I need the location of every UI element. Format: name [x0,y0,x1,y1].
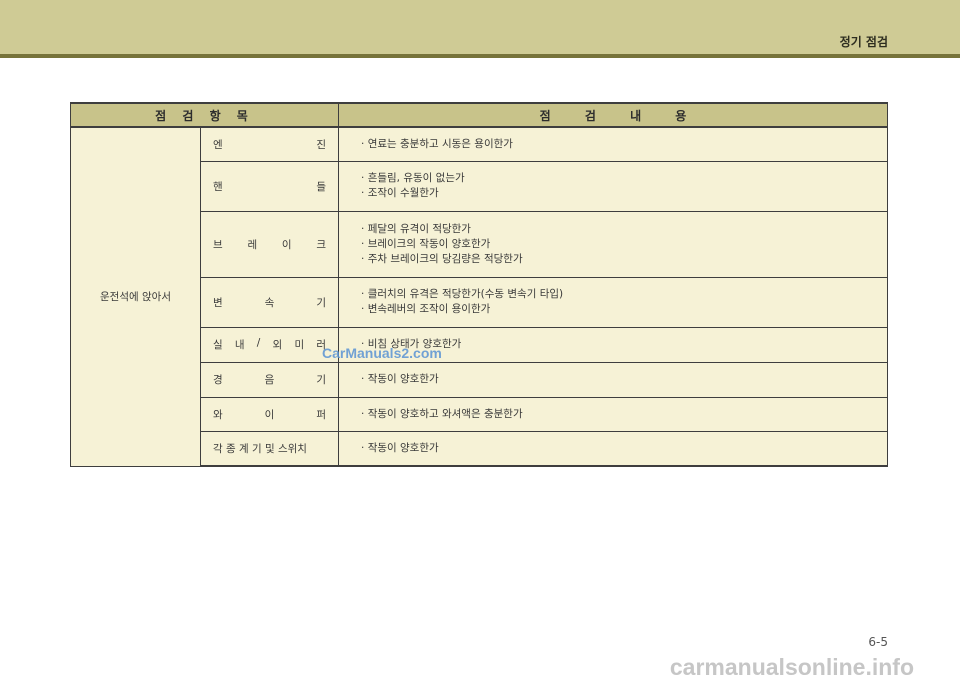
item-cell: 브레이크 [199,210,340,278]
page-number: 6-5 [868,635,888,649]
content-cell: · 페달의 유격이 적당한가 · 브레이크의 작동이 양호한가 · 주차 브레이크의… [338,210,888,278]
check-item-line: · 작동이 양호한가 [361,373,439,385]
check-item-line: · 흔들림, 유동이 없는가 [361,172,465,184]
header-band [0,0,960,54]
check-item-line: · 페달의 유격이 적당한가 [361,222,471,235]
item-cell: 와이퍼 [199,396,340,432]
item-label-part: 레 [247,238,258,251]
item-label-part: 브 [213,238,223,251]
check-item-line: · 작동이 양호하고 와셔액은 충분한가 [361,407,523,420]
item-label-part: 기 [316,374,327,386]
item-label-part: 진 [316,138,327,151]
check-item-line: · 변속레버의 조작이 용이한가 [361,303,491,315]
item-label-part: 퍼 [316,408,327,421]
content-cell: · 작동이 양호한가 [338,361,888,398]
table-header-row: 점 검 항 목 점 검 내 용 [69,102,888,128]
content-cell: · 작동이 양호한가 [338,430,888,467]
item-label-part: 이 [281,238,292,251]
item-label-part: 들 [316,180,327,193]
inspection-table: 점 검 항 목 점 검 내 용 운전석에 앉아서 엔 진 · 연료는 충분하고 시동은… [69,102,888,467]
content-cell: · 흔들림, 유동이 없는가 · 조작이 수월한가 [338,160,888,212]
item-label-part: 음 [264,374,275,386]
item-label-part: 엔 [213,138,223,151]
item-label-part: 내 [234,339,245,351]
item-cell: 경음기 [199,361,340,398]
item-label-part: 크 [316,238,326,251]
header-inspection-item: 점 검 항 목 [69,102,340,128]
item-label-part: 이 [264,408,275,421]
check-item-line: · 브레이크의 작동이 양호한가 [361,237,491,250]
watermark-text: CarManuals2.com [322,345,442,361]
item-label-part: 각 종 계 기 및 스위치 [213,442,307,455]
item-label-part: 와 [213,408,223,421]
item-label-part: 기 [316,296,327,309]
check-item-line: · 조작이 수월한가 [361,187,439,199]
check-item-line: · 작동이 양호한가 [361,441,439,454]
item-label-part: 미 [294,339,305,351]
table-body: 운전석에 앉아서 엔 진 · 연료는 충분하고 시동은 용이한가 핸 들 · 흔들림, 유동… [70,126,888,467]
check-item-line: · 클러치의 유격은 적당한가(수동 변속기 타입) [361,288,564,300]
header-rule [0,54,960,58]
item-label-part: 경 [213,374,223,386]
item-label-part: 핸 [213,180,223,193]
item-label-part: 변 [213,296,223,309]
check-item-line: · 연료는 충분하고 시동은 용이한가 [361,137,513,150]
footer-watermark: carmanualsonline.info [669,653,914,680]
item-cell: 엔진 [199,126,340,162]
content-cell: · 연료는 충분하고 시동은 용이한가 [338,126,888,162]
table-row: 운전석에 앉아서 엔 진 · 연료는 충분하고 시동은 용이한가 [70,126,888,467]
content-cell: · 작동이 양호하고 와셔액은 충분한가 [338,396,888,432]
content-cell: · 클러치의 유격은 적당한가(수동 변속기 타입) · 변속레버의 조작이 용이… [338,276,888,328]
location-cell: 운전석에 앉아서 [70,126,201,467]
item-label-part: 속 [264,296,275,309]
header-inspection-content: 점 검 내 용 [338,102,888,128]
item-label-part: 실 [213,339,223,351]
item-cell: 핸들 [199,160,340,212]
section-title: 정기 점검 [839,35,888,49]
check-item-line: · 주차 브레이크의 당김량은 적당한가 [361,252,523,265]
item-cell: 각 종 계 기 및 스위치 [199,430,340,467]
item-cell: 실 내 / 외 미 러 [199,326,340,363]
item-cell: 변속기 [199,276,340,328]
item-label-part: / [256,337,261,349]
item-label-part: 외 [272,339,283,351]
